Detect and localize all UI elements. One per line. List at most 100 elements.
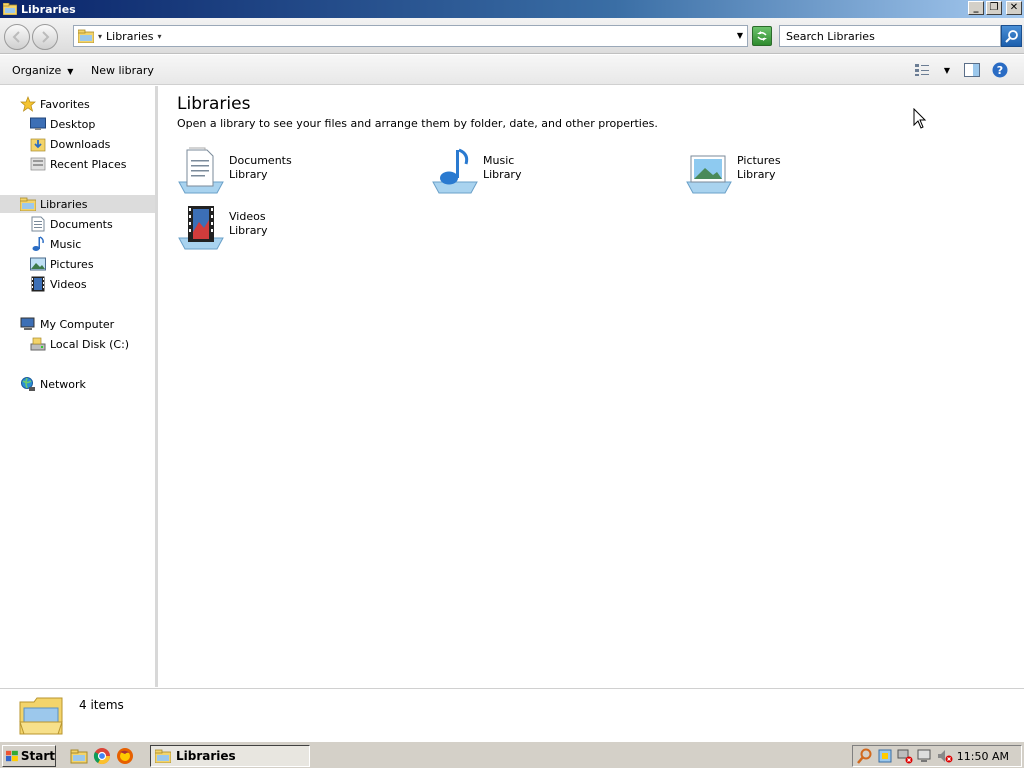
pictures-library-icon [686,155,732,194]
address-toolbar: ▾ Libraries ▾ ▼ Search Libraries [0,18,1024,54]
system-tray: 11:50 AM [852,745,1022,767]
desktop-icon [30,116,46,132]
star-icon [20,96,36,112]
nav-label: My Computer [40,317,115,331]
taskbar-window-libraries[interactable]: Libraries [150,745,310,767]
volume-muted-icon[interactable] [937,748,953,764]
content-pane: Libraries Open a library to see your fil… [161,86,1024,687]
library-name: Videos [229,210,266,223]
breadcrumb-libraries[interactable]: Libraries [106,30,154,43]
nav-label: Network [40,377,86,391]
search-button[interactable] [1001,25,1022,47]
breadcrumb-chevron-icon[interactable]: ▾ [98,32,102,41]
taskbar: Start Libraries 11:50 AM [0,741,1024,768]
svg-text:?: ? [997,64,1003,77]
change-view-button[interactable] [913,62,931,78]
music-note-icon [30,236,46,252]
windows-flag-icon [6,750,18,762]
address-bar[interactable]: ▾ Libraries ▾ ▼ [73,25,748,47]
command-bar: Organize ▼ New library ▼ ? [0,55,1024,85]
libraries-folder-icon [19,697,63,735]
library-item-documents[interactable]: Documents Library [177,146,292,194]
firefox-icon[interactable] [116,747,134,765]
nav-label: Pictures [50,257,94,271]
libraries-folder-icon [3,3,17,15]
back-arrow-icon [12,31,20,43]
title-bar[interactable]: Libraries _ ❐ ✕ [0,0,1024,18]
downloads-folder-icon [30,136,46,152]
library-item-videos[interactable]: Videos Library [177,202,267,250]
library-item-music[interactable]: Music Library [431,146,521,194]
nav-recent-places[interactable]: Recent Places [30,155,127,173]
preview-pane-button[interactable] [963,62,981,78]
nav-label: Local Disk (C:) [50,337,130,351]
chrome-icon[interactable] [93,747,111,765]
new-library-button[interactable]: New library [91,64,154,77]
nav-pictures[interactable]: Pictures [30,255,94,273]
nav-downloads[interactable]: Downloads [30,135,110,153]
refresh-button[interactable] [752,26,772,46]
organize-button[interactable]: Organize ▼ [12,64,73,77]
network-error-icon[interactable] [897,748,913,764]
clock[interactable]: 11:50 AM [957,750,1009,763]
task-label: Libraries [176,749,236,763]
nav-label: Documents [50,217,113,231]
organize-label: Organize [12,64,62,77]
nav-label: Downloads [50,137,111,151]
hard-drive-icon [30,336,46,352]
restore-button[interactable]: ❐ [986,1,1002,15]
refresh-icon [757,31,767,41]
close-icon: ✕ [1009,2,1019,13]
nav-label: Favorites [40,97,90,111]
libraries-folder-icon [78,29,94,43]
nav-libraries[interactable]: Libraries [0,195,155,213]
nav-label: Recent Places [50,157,127,171]
magnifier-tray-icon[interactable] [857,748,873,764]
chevron-down-icon: ▼ [67,67,74,76]
library-name: Music [483,154,515,167]
library-item-pictures[interactable]: Pictures Library [685,146,781,194]
nav-label: Desktop [50,117,96,131]
computer-tray-icon[interactable] [917,748,933,764]
page-title: Libraries [177,94,251,114]
library-type: Library [229,168,268,181]
forward-button[interactable] [32,24,58,50]
nav-desktop[interactable]: Desktop [30,115,95,133]
item-count: 4 items [79,698,124,712]
library-type: Library [229,224,268,237]
start-label: Start [20,749,55,763]
help-button[interactable]: ? [991,62,1009,78]
nav-music[interactable]: Music [30,235,81,253]
nav-my-computer[interactable]: My Computer [20,315,114,333]
music-library-icon [432,148,478,194]
nav-network[interactable]: Network [20,375,86,393]
nav-label: Libraries [40,197,88,211]
details-pane: 4 items [0,688,1024,741]
video-film-icon [30,276,46,292]
nav-favorites[interactable]: Favorites [20,95,90,113]
explorer-quicklaunch-icon[interactable] [70,747,88,765]
view-dropdown-icon[interactable]: ▼ [938,62,956,78]
nav-label: Videos [50,277,87,291]
nav-local-disk[interactable]: Local Disk (C:) [30,335,129,353]
breadcrumb-chevron-icon[interactable]: ▾ [158,32,162,41]
start-button[interactable]: Start [2,745,56,767]
computer-icon [20,316,36,332]
library-type: Library [737,168,776,181]
view-options-icon [915,64,929,76]
back-button[interactable] [4,24,30,50]
search-input[interactable]: Search Libraries [779,25,1001,47]
library-name: Pictures [737,154,781,167]
close-button[interactable]: ✕ [1006,1,1022,15]
library-type: Library [483,168,522,181]
preview-pane-icon [964,63,980,77]
forward-arrow-icon [42,31,50,43]
nav-videos[interactable]: Videos [30,275,87,293]
nav-documents[interactable]: Documents [30,215,113,233]
address-dropdown-icon[interactable]: ▼ [737,31,743,40]
libraries-folder-icon [155,749,171,763]
action-center-icon[interactable] [877,748,893,764]
network-globe-icon [20,376,36,392]
minimize-button[interactable]: _ [968,1,984,15]
documents-library-icon [178,147,224,194]
